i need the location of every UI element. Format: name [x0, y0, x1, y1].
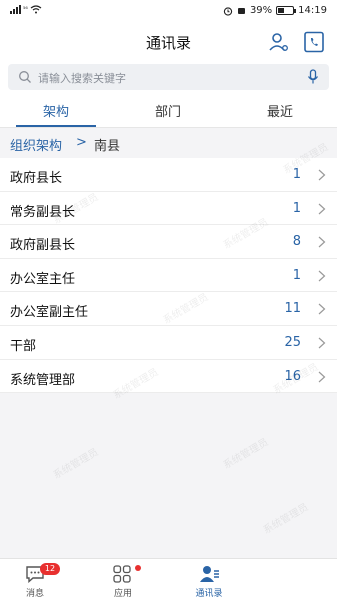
status-time: 14:19	[298, 5, 327, 16]
network-type: ⁵⁶	[23, 6, 28, 13]
chevron-right-icon	[318, 203, 326, 215]
tab-recent[interactable]: 最近	[240, 101, 320, 120]
list-item-count: 16	[284, 368, 301, 384]
status-left: ⁵⁶	[10, 5, 42, 14]
battery-percent: 39%	[249, 5, 273, 16]
status-right: 39% 14:19	[223, 5, 327, 16]
search-placeholder: 请输入搜索关键字	[38, 72, 126, 85]
list-item-name: 办公室主任	[10, 271, 76, 287]
nav-label: 通讯录	[195, 589, 223, 599]
list-item[interactable]: 办公室副主任 11	[0, 292, 337, 326]
breadcrumb-separator: >	[76, 135, 87, 150]
contacts-icon	[200, 566, 219, 582]
chevron-right-icon	[318, 169, 326, 181]
alarm-icon	[223, 6, 233, 16]
list-item[interactable]: 政府县长 1	[0, 158, 337, 192]
watermark: 系统管理员	[51, 446, 101, 482]
list-item-name: 政府副县长	[10, 238, 76, 254]
tab-architecture[interactable]: 架构	[16, 101, 96, 120]
wifi-icon	[30, 5, 42, 14]
unread-badge: 12	[40, 563, 60, 575]
list-item-count: 8	[292, 234, 301, 250]
list-item-name: 系统管理部	[10, 372, 76, 388]
chevron-right-icon	[318, 270, 326, 282]
chevron-right-icon	[318, 337, 326, 349]
list-item[interactable]: 干部 25	[0, 326, 337, 360]
list-item-count: 1	[292, 267, 301, 283]
list-item-count: 25	[284, 334, 301, 350]
phone-book-icon[interactable]	[302, 30, 326, 54]
mute-icon	[237, 8, 245, 14]
search-bar: 请输入搜索关键字	[0, 62, 337, 92]
tab-bar: 架构 部门 最近	[0, 92, 337, 128]
watermark: 系统管理员	[221, 436, 271, 472]
microphone-icon[interactable]	[307, 69, 319, 85]
breadcrumb: 组织架构 > 南县	[0, 128, 337, 158]
chevron-right-icon	[318, 236, 326, 248]
battery-icon	[276, 6, 297, 15]
list-item[interactable]: 政府副县长 8	[0, 225, 337, 259]
battery-fill	[278, 8, 284, 13]
org-list: 政府县长 1 常务副县长 1 政府副县长 8 办公室主任 1 办公室副主任 11…	[0, 158, 337, 394]
notification-dot	[135, 565, 141, 571]
search-input[interactable]: 请输入搜索关键字	[8, 64, 329, 90]
list-item[interactable]: 系统管理部 16	[0, 360, 337, 394]
nav-label: 消息	[25, 589, 44, 599]
breadcrumb-root[interactable]: 组织架构	[10, 135, 62, 154]
nav-contacts[interactable]: 通讯录	[170, 559, 282, 600]
nav-label: 应用	[113, 589, 132, 599]
list-item-name: 常务副县长	[10, 204, 76, 220]
user-settings-icon[interactable]	[266, 30, 290, 54]
search-icon	[19, 71, 31, 83]
list-item-count: 1	[292, 200, 301, 216]
list-item[interactable]: 常务副县长 1	[0, 192, 337, 226]
chevron-right-icon	[318, 303, 326, 315]
status-bar: ⁵⁶ 39% 14:19	[0, 0, 337, 22]
grid-icon	[113, 565, 131, 583]
list-item-name: 政府县长	[10, 171, 63, 186]
watermark: 系统管理员	[261, 501, 311, 537]
bottom-nav: 12 消息 应用 通讯录	[0, 558, 337, 600]
chevron-right-icon	[318, 371, 326, 383]
list-item[interactable]: 办公室主任 1	[0, 259, 337, 293]
signal-icon	[10, 5, 21, 14]
list-item-name: 干部	[10, 338, 37, 354]
title-bar: 通讯录	[0, 22, 337, 62]
list-item-count: 11	[284, 301, 301, 317]
breadcrumb-current: 南县	[94, 139, 121, 154]
active-tab-indicator	[16, 125, 96, 127]
list-item-name: 办公室副主任	[10, 305, 89, 321]
tab-departments[interactable]: 部门	[128, 101, 208, 120]
list-item-count: 1	[292, 167, 301, 182]
